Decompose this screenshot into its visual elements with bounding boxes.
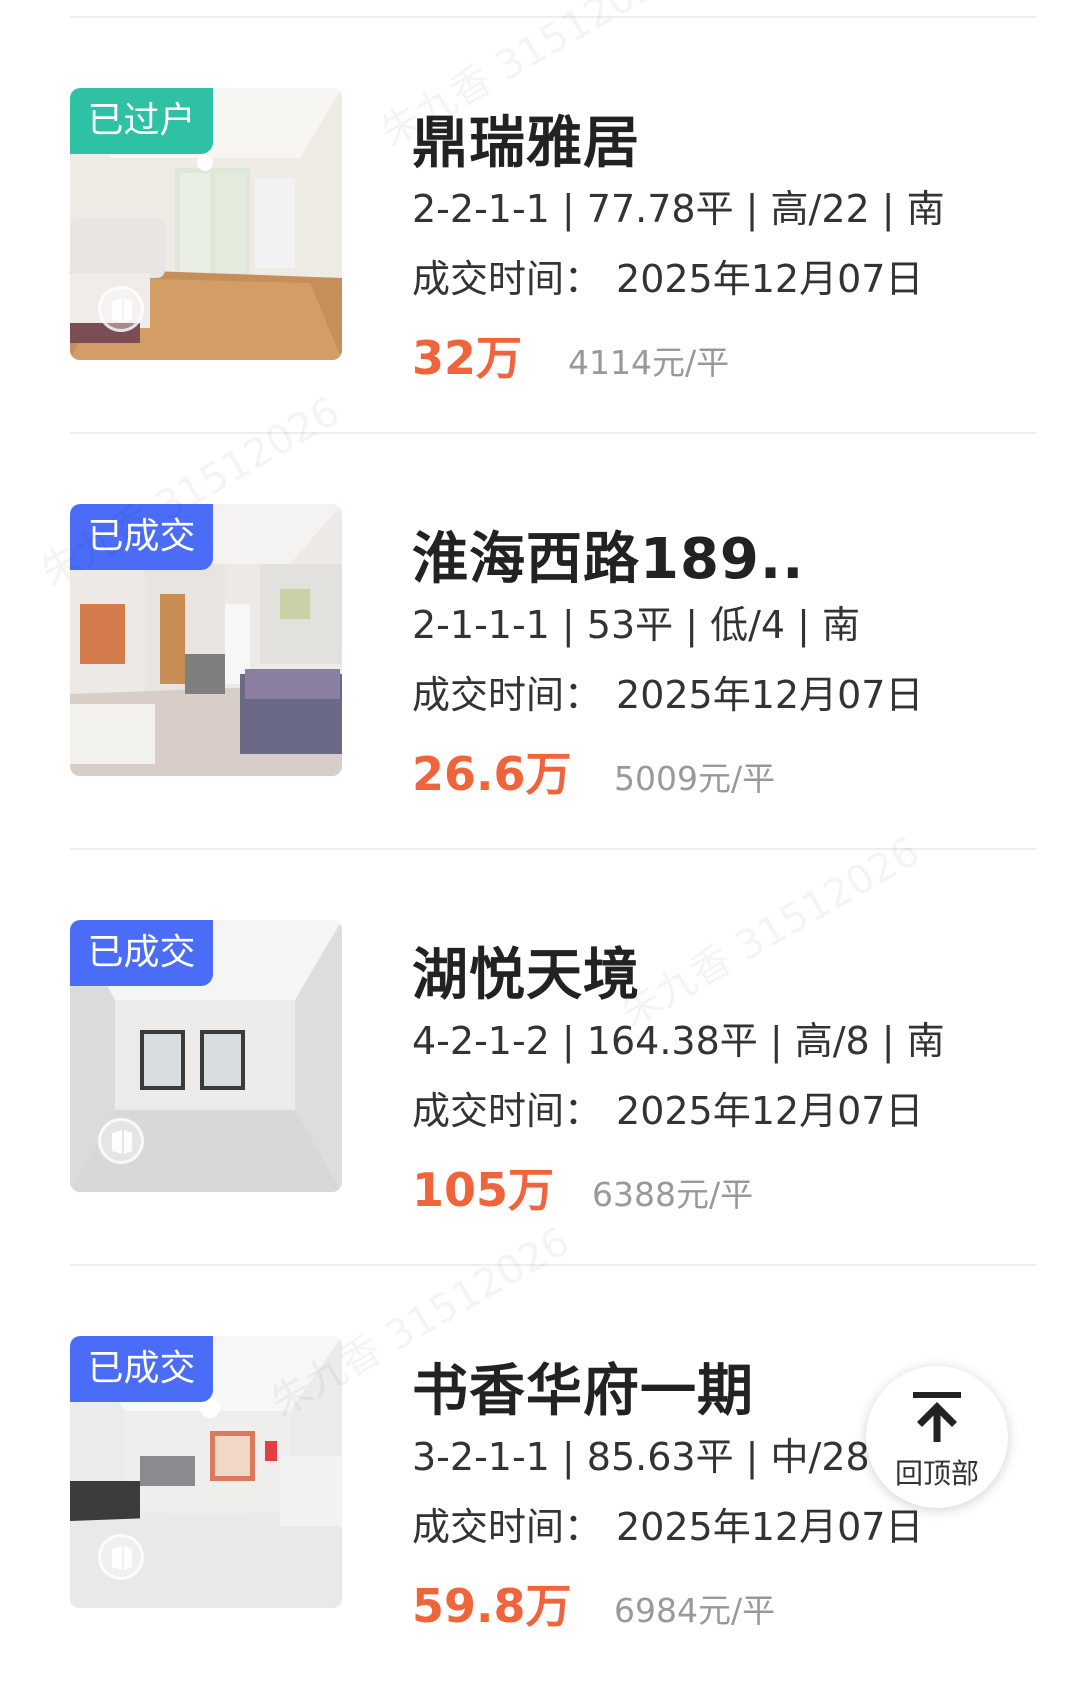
listing-card[interactable]: 已过户 鼎瑞雅居 2-2-1-1 | 77.78平 | 高/22 | 南 成交时… <box>0 88 1080 448</box>
deal-date-row: 成交时间： 2025年12月07日 <box>412 1080 937 1135</box>
status-badge: 已过户 <box>70 88 213 154</box>
listing-specs: 2-1-1-1 | 53平 | 低/4 | 南 <box>412 603 861 647</box>
status-badge: 已成交 <box>70 920 213 986</box>
vr-tour-icon[interactable] <box>98 1118 144 1164</box>
divider <box>70 848 1037 850</box>
status-badge: 已成交 <box>70 1336 213 1402</box>
unit-price: 5009元/平 <box>614 759 776 798</box>
deal-date-row: 成交时间： 2025年12月07日 <box>412 664 937 719</box>
listing-card[interactable]: 已成交 淮海西路189.. 2-1-1-1 | 53平 | 低/4 | 南 成交… <box>0 504 1080 864</box>
arrow-up-icon <box>913 1392 961 1442</box>
listing-specs: 3-2-1-1 | 85.63平 | 中/28 | <box>412 1435 895 1479</box>
listing-specs: 2-2-1-1 | 77.78平 | 高/22 | 南 <box>412 187 945 231</box>
deal-date-label: 成交时间： <box>412 1089 603 1133</box>
divider <box>70 16 1037 18</box>
unit-price: 6388元/平 <box>592 1175 754 1214</box>
deal-date-row: 成交时间： 2025年12月07日 <box>412 1496 937 1551</box>
listing-title[interactable]: 书香华府一期 <box>412 1346 754 1427</box>
deal-date-row: 成交时间： 2025年12月07日 <box>412 248 937 303</box>
divider <box>70 1264 1037 1266</box>
listing-specs: 4-2-1-2 | 164.38平 | 高/8 | 南 <box>412 1019 945 1063</box>
listing-price: 105万 <box>412 1163 555 1217</box>
deal-date-label: 成交时间： <box>412 257 603 301</box>
listing-price: 32万 <box>412 331 523 385</box>
listing-photo[interactable]: 已成交 <box>70 504 342 776</box>
unit-price: 4114元/平 <box>568 343 730 382</box>
unit-price: 6984元/平 <box>614 1591 776 1630</box>
deal-date: 2025年12月07日 <box>616 257 924 301</box>
listing-price: 26.6万 <box>412 747 572 801</box>
status-badge: 已成交 <box>70 504 213 570</box>
deal-date: 2025年12月07日 <box>616 1089 924 1133</box>
deal-date-label: 成交时间： <box>412 1505 603 1549</box>
listing-card[interactable]: 已成交 湖悦天境 4-2-1-2 | 164.38平 | 高/8 | 南 成交时… <box>0 920 1080 1280</box>
deal-date: 2025年12月07日 <box>616 673 924 717</box>
vr-tour-icon[interactable] <box>98 286 144 332</box>
divider <box>70 432 1037 434</box>
deal-date-label: 成交时间： <box>412 673 603 717</box>
listing-photo[interactable]: 已成交 <box>70 920 342 1192</box>
listing-title[interactable]: 湖悦天境 <box>412 930 640 1011</box>
listing-title[interactable]: 淮海西路189.. <box>412 514 804 595</box>
back-to-top-label: 回顶部 <box>894 1457 979 1490</box>
listing-title[interactable]: 鼎瑞雅居 <box>412 98 640 179</box>
vr-tour-icon[interactable] <box>98 1534 144 1580</box>
listing-price: 59.8万 <box>412 1579 572 1633</box>
listing-photo[interactable]: 已成交 <box>70 1336 342 1608</box>
back-to-top-button[interactable]: 回顶部 <box>866 1366 1008 1508</box>
deal-date: 2025年12月07日 <box>616 1505 924 1549</box>
listing-photo[interactable]: 已过户 <box>70 88 342 360</box>
